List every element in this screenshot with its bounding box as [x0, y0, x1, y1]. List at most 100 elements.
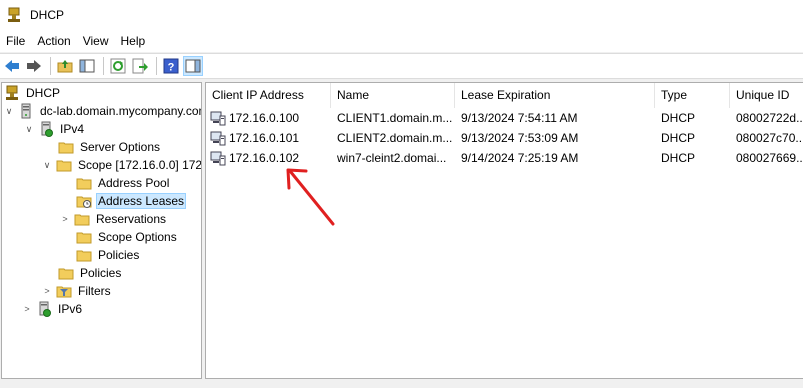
folder-icon	[76, 178, 92, 190]
cell-unique-id: 08002722d...	[736, 111, 803, 125]
refresh-icon	[110, 58, 126, 74]
help-button[interactable]: ?	[161, 56, 181, 76]
tree-label: Server Options	[80, 140, 161, 154]
tree-item-address-pool[interactable]: Address Pool	[76, 174, 171, 192]
folder-icon	[58, 268, 74, 280]
chevron-down-icon[interactable]: ∨	[42, 160, 52, 171]
show-hide-action-pane-icon	[185, 59, 201, 73]
menu-action[interactable]: Action	[31, 31, 76, 51]
tree-label: Scope Options	[98, 230, 177, 244]
tree-label: Address Pool	[98, 176, 170, 190]
cell-ip-text: 172.16.0.101	[229, 131, 300, 145]
tree-item-dhcp[interactable]: DHCP	[4, 84, 62, 102]
dhcp-icon	[6, 85, 18, 100]
ipv4-icon	[41, 121, 53, 137]
back-button[interactable]	[2, 56, 22, 76]
toolbar: ?	[0, 53, 803, 79]
toolbar-separator	[50, 57, 51, 75]
ipv6-icon	[39, 301, 51, 317]
cell-unique-id: 080027c70...	[736, 131, 803, 145]
tree-item-policies[interactable]: Policies	[58, 264, 123, 282]
tree-item-address-leases[interactable]: Address Leases	[76, 192, 187, 210]
leases-table-body: 172.16.0.100 CLIENT1.domain.m... 9/13/20…	[206, 108, 803, 168]
table-row[interactable]: 172.16.0.100 CLIENT1.domain.m... 9/13/20…	[206, 108, 803, 128]
tree-item-scope-policies[interactable]: Policies	[76, 246, 141, 264]
console-tree: DHCP ∨ dc-lab.domain.mycompany.com ∨ IPv…	[1, 82, 202, 379]
back-arrow-icon	[5, 60, 19, 72]
status-bar	[0, 379, 803, 388]
cell-type: DHCP	[661, 151, 696, 165]
column-header-lease-expiration[interactable]: Lease Expiration	[455, 83, 655, 108]
folder-icon	[56, 160, 72, 172]
tree-label: dc-lab.domain.mycompany.com	[40, 104, 202, 118]
column-header-unique-id[interactable]: Unique ID	[730, 83, 803, 108]
export-list-button[interactable]	[130, 56, 150, 76]
tree-item-ipv4[interactable]: ∨ IPv4	[24, 120, 86, 138]
menu-help[interactable]: Help	[115, 31, 152, 51]
folder-icon	[58, 142, 74, 154]
table-row[interactable]: 172.16.0.102 win7-cleint2.domai... 9/14/…	[206, 148, 803, 168]
folder-icon	[76, 250, 92, 262]
results-pane: Client IP Address Name Lease Expiration …	[205, 82, 803, 379]
title-bar: DHCP	[0, 0, 803, 30]
folder-icon	[74, 214, 90, 226]
chevron-right-icon[interactable]: >	[42, 286, 52, 296]
tree-item-reservations[interactable]: > Reservations	[60, 210, 168, 228]
tree-item-server-options[interactable]: Server Options	[58, 138, 162, 156]
show-hide-action-pane-button[interactable]	[183, 56, 203, 76]
toolbar-separator	[103, 57, 104, 75]
filter-folder-icon	[56, 286, 72, 298]
tree-label: IPv4	[60, 122, 85, 136]
tree-item-scope-options[interactable]: Scope Options	[76, 228, 179, 246]
tree-label: Reservations	[96, 212, 167, 226]
tree-label: Policies	[80, 266, 122, 280]
tree-item-filters[interactable]: > Filters	[42, 282, 113, 300]
chevron-down-icon[interactable]: ∨	[24, 124, 34, 135]
cell-ip: 172.16.0.102	[206, 148, 331, 168]
forward-button[interactable]	[24, 56, 44, 76]
lease-computer-icon	[210, 111, 226, 126]
cell-ip-text: 172.16.0.100	[229, 111, 300, 125]
table-row[interactable]: 172.16.0.101 CLIENT2.domain.m... 9/13/20…	[206, 128, 803, 148]
column-header-client-ip[interactable]: Client IP Address	[206, 83, 331, 108]
up-one-level-button[interactable]	[55, 56, 75, 76]
tree-item-scope[interactable]: ∨ Scope [172.16.0.0] 172.16.0.0	[42, 156, 202, 174]
tree-label: Policies	[98, 248, 140, 262]
chevron-right-icon[interactable]: >	[60, 214, 70, 224]
cell-name: CLIENT1.domain.m...	[337, 111, 453, 125]
cell-type: DHCP	[661, 111, 696, 125]
folder-icon	[76, 232, 92, 244]
table-header: Client IP Address Name Lease Expiration …	[206, 83, 803, 108]
toolbar-separator	[156, 57, 157, 75]
lease-computer-icon	[210, 151, 226, 166]
tree-item-ipv6[interactable]: > IPv6	[22, 300, 84, 318]
lease-computer-icon	[210, 131, 226, 146]
tree-item-server[interactable]: ∨ dc-lab.domain.mycompany.com	[4, 102, 202, 120]
tree-label: Address Leases	[96, 193, 187, 209]
export-list-icon	[132, 58, 148, 74]
cell-name: win7-cleint2.domai...	[337, 151, 447, 165]
forward-arrow-icon	[27, 60, 41, 72]
cell-expiration: 9/14/2024 7:25:19 AM	[461, 151, 579, 165]
menu-view[interactable]: View	[77, 31, 115, 51]
tree-label: Filters	[78, 284, 111, 298]
show-hide-tree-icon	[79, 59, 95, 73]
cell-unique-id: 080027669...	[736, 151, 803, 165]
cell-ip: 172.16.0.100	[206, 108, 331, 128]
column-header-type[interactable]: Type	[655, 83, 730, 108]
menu-bar: File Action View Help	[0, 30, 803, 52]
tree-label: Scope [172.16.0.0] 172.16.0.0	[78, 158, 202, 172]
tree-label: IPv6	[58, 302, 83, 316]
chevron-right-icon[interactable]: >	[22, 304, 32, 314]
cell-type: DHCP	[661, 131, 696, 145]
server-icon	[21, 103, 31, 119]
column-header-name[interactable]: Name	[331, 83, 455, 108]
cell-expiration: 9/13/2024 7:53:09 AM	[461, 131, 579, 145]
refresh-button[interactable]	[108, 56, 128, 76]
cell-expiration: 9/13/2024 7:54:11 AM	[461, 111, 578, 125]
cell-ip-text: 172.16.0.102	[229, 151, 300, 165]
up-folder-icon	[57, 60, 73, 73]
chevron-down-icon[interactable]: ∨	[4, 106, 14, 117]
show-hide-console-tree-button[interactable]	[77, 56, 97, 76]
menu-file[interactable]: File	[0, 31, 31, 51]
